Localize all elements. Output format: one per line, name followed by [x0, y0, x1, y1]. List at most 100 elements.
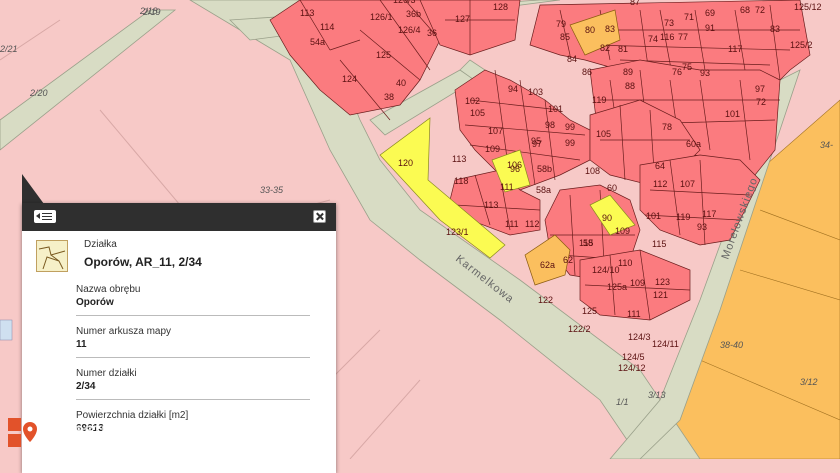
parcel-label: 38: [384, 92, 394, 102]
parcel-label: 123: [655, 277, 670, 287]
parcel-label: 75: [682, 62, 692, 72]
parcel-label: 119: [592, 95, 606, 105]
parcel-label: 64: [655, 161, 665, 171]
parcel-label: 80: [585, 25, 595, 35]
parcel-label: 83: [605, 24, 615, 34]
parcel-label: 97: [532, 139, 542, 149]
field-label: Numer działki: [76, 368, 137, 379]
parcel-label: 122: [538, 295, 553, 305]
parcel-label: 111: [627, 309, 641, 319]
parcel-label: 71: [684, 12, 694, 22]
parcel-label: 107: [488, 126, 503, 136]
parcel-label: 54a: [310, 37, 325, 47]
back-to-list-icon[interactable]: [34, 210, 56, 223]
parcel-label: 113: [484, 200, 498, 210]
parcel-label: 60: [607, 183, 617, 193]
divider: [76, 357, 310, 358]
parcel-label: 62a: [540, 260, 555, 270]
field-value: 2/34: [76, 381, 96, 392]
parcel-label: 74: [648, 34, 658, 44]
parcel-label: 2/20: [29, 88, 48, 98]
field-value: 11: [76, 339, 87, 350]
divider: [76, 399, 310, 400]
parcel-label: 109: [615, 226, 630, 236]
parcel-label: 101: [725, 109, 740, 119]
parcel-label: 58: [583, 238, 593, 248]
parcel-label: 2/21: [0, 44, 18, 54]
parcel-label: 105: [470, 108, 485, 118]
parcel-label: 77: [678, 32, 688, 42]
parcel-label: 1/1: [616, 397, 629, 407]
parcel-label: 124/5: [622, 352, 645, 362]
parcel-label: 117: [728, 44, 742, 54]
field-parcel-number: Numer działki 2/34: [76, 368, 310, 400]
parcel-label: 90: [602, 213, 612, 223]
parcel-label: 103: [528, 87, 543, 97]
parcel-label: 115: [652, 239, 666, 249]
parcel-label: 99: [565, 138, 575, 148]
parcel-label: 126/4: [398, 25, 421, 35]
parcel-label: 124/12: [618, 363, 646, 373]
parcel-label: 113: [452, 154, 466, 164]
parcel-label: 36: [427, 28, 437, 38]
parcel-label: 118: [454, 176, 468, 186]
parcel-label: 72: [755, 5, 765, 15]
parcel-label: 97: [755, 84, 765, 94]
logo-text: investmap: [46, 420, 140, 441]
parcel-label: 125a: [607, 282, 627, 292]
parcel-label: 79: [556, 19, 566, 29]
parcel-label: 98: [545, 120, 555, 130]
parcel-label: 122/2: [568, 324, 591, 334]
parcel-label: 125: [376, 50, 391, 60]
parcel-label: 72: [756, 97, 766, 107]
parcel-label: 123/1: [446, 227, 469, 237]
parcel-label: 58b: [537, 164, 552, 174]
parcel-label: 82: [600, 43, 610, 53]
parcel-label: 126/1: [370, 12, 393, 22]
parcel-label: 114: [320, 22, 334, 32]
parcel-label: 68: [740, 5, 750, 15]
parcel-label: 124/3: [628, 332, 651, 342]
parcel-label: 83: [770, 24, 780, 34]
popup-pointer: [22, 174, 44, 204]
parcel-label: 124/10: [592, 265, 620, 275]
parcel-label: 33-35: [260, 185, 284, 195]
parcel-label: 99: [565, 122, 575, 132]
parcel-title: Oporów, AR_11, 2/34: [84, 255, 202, 269]
parcel-label: 94: [508, 84, 518, 94]
parcel-label: 125/2: [790, 40, 813, 50]
parcel-label: 107: [680, 179, 695, 189]
parcel-label: 86: [582, 67, 592, 77]
parcel-label: 2/19: [142, 7, 161, 17]
parcel-label: 111: [505, 219, 519, 229]
blue-patch: [0, 319, 13, 341]
parcel-label: 124/11: [652, 339, 679, 349]
field-label: Nazwa obrębu: [76, 284, 141, 295]
parcel-label: 85: [560, 32, 570, 42]
parcel-label: 112: [653, 179, 667, 189]
parcel-label: 127: [455, 14, 470, 24]
field-map-sheet: Numer arkusza mapy 11: [76, 326, 310, 358]
parcel-label: 101: [646, 211, 661, 221]
field-label: Numer arkusza mapy: [76, 326, 172, 337]
parcel-label: 128: [493, 2, 508, 12]
logo-mark-icon: [8, 418, 37, 447]
parcel-label: 3/12: [800, 377, 818, 387]
parcel-label: 36b: [406, 9, 421, 19]
close-icon[interactable]: [313, 210, 326, 223]
parcel-label: 58a: [536, 185, 551, 195]
parcel-label: 110: [618, 258, 632, 268]
parcel-label: 120: [398, 158, 413, 168]
parcel-label: 91: [705, 23, 715, 33]
parcel-label: 112: [525, 219, 539, 229]
parcel-label: 78: [662, 122, 672, 132]
parcel-label: 96: [510, 164, 520, 174]
parcel-label: 84: [567, 54, 577, 64]
parcel-label: 93: [700, 68, 710, 78]
parcel-label: 126/3: [393, 0, 416, 5]
parcel-label: 124: [342, 74, 357, 84]
field-precinct: Nazwa obrębu Oporów: [76, 284, 310, 316]
parcel-label: 117: [702, 209, 716, 219]
popup-header: [22, 203, 336, 231]
parcel-label: 109: [630, 278, 645, 288]
